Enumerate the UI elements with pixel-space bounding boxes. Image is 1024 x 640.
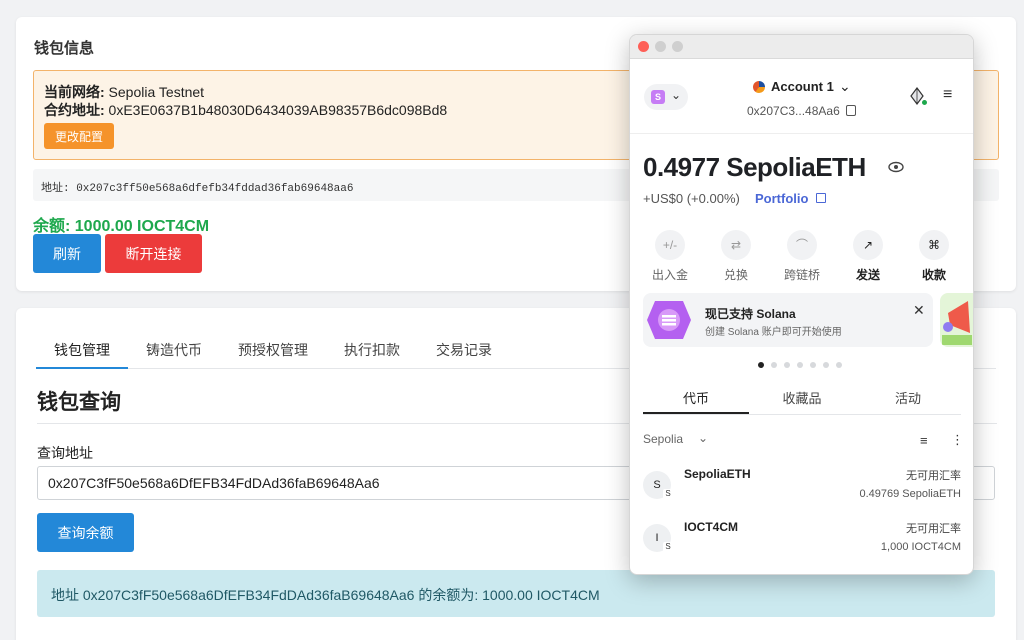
bridge-icon: ⌒ [787,230,817,260]
carousel-dot[interactable] [810,362,816,368]
disconnect-button[interactable]: 断开连接 [105,234,202,273]
banner-subtitle: 创建 Solana 账户即可开始使用 [705,327,842,338]
banner-title: 现已支持 Solana [705,307,796,321]
asset-tabs: 代币 收藏品 活动 [643,383,961,415]
contract-value: 0xE3E0637B1b48030D6434039AB98357B6dc098B… [104,102,448,118]
network-line: 当前网络: Sepolia Testnet [44,82,204,102]
buy-sell-action[interactable]: +/- 出入金 [645,230,695,283]
action-label: 跨链桥 [783,268,820,282]
tab-activity[interactable]: 活动 [855,383,961,414]
wallet-info-title: 钱包信息 [34,40,95,57]
network-filter[interactable]: Sepolia [643,432,683,446]
send-action[interactable]: ↗ 发送 [843,230,893,283]
tab-wallet-management[interactable]: 钱包管理 [36,332,128,369]
change-config-button[interactable]: 更改配置 [44,123,114,149]
receive-action[interactable]: ⌘ 收款 [909,230,959,283]
token-network-badge: S [663,489,673,499]
metamask-popup: S ⌄ Account 1 ⌄ 0x207C3...48Aa6 ≡ 0.4977… [629,34,974,575]
window-close-button[interactable] [638,41,649,52]
usd-value: +US$0 (+0.00%) [643,191,740,206]
connected-status-dot [921,99,928,106]
query-result: 地址 0x207C3fF50e568a6DfEFB34FdDAd36faB696… [37,570,995,617]
refresh-button[interactable]: 刷新 [33,234,101,273]
network-avatar: S [651,90,665,104]
carousel-dot[interactable] [823,362,829,368]
account-address: 0x207C3...48Aa6 [747,104,840,118]
solana-logo-icon [647,301,691,339]
window-minimize-button[interactable] [655,41,666,52]
tab-collectibles[interactable]: 收藏品 [749,383,855,414]
network-value: Sepolia Testnet [104,84,205,100]
token-rate: 无可用汇率 [906,470,961,482]
contract-line: 合约地址: 0xE3E0637B1b48030D6434039AB98357B6… [44,100,447,120]
carousel-dot-active[interactable] [758,362,764,368]
network-label: 当前网络: [44,84,105,100]
token-rate: 无可用汇率 [906,523,961,535]
receive-icon: ⌘ [919,230,949,260]
tab-execute-deduction[interactable]: 执行扣款 [326,332,418,369]
token-row[interactable]: I S IOCT4CM 无可用汇率 1,000 IOCT4CM [643,518,961,566]
token-row[interactable]: S S SepoliaETH 无可用汇率 0.49769 SepoliaETH [643,465,961,513]
tab-transaction-history[interactable]: 交易记录 [418,332,510,369]
account-name[interactable]: Account 1 [771,79,834,94]
carousel-dot[interactable] [771,362,777,368]
action-label: 兑换 [723,268,748,282]
action-label: 出入金 [651,268,688,282]
carousel-dot[interactable] [784,362,790,368]
more-options-icon[interactable]: ⋮ [951,432,964,448]
action-label: 收款 [921,268,946,282]
tab-pre-authorization[interactable]: 预授权管理 [220,332,326,369]
eye-icon[interactable] [888,161,904,173]
token-name: IOCT4CM [684,520,738,534]
bridge-action[interactable]: ⌒ 跨链桥 [777,230,827,283]
tab-tokens[interactable]: 代币 [643,383,749,414]
wallet-balance: 余额: 1000.00 IOCT4CM [33,218,210,235]
portfolio-link[interactable]: Portfolio [755,191,808,206]
solana-banner[interactable]: 现已支持 Solana 创建 Solana 账户即可开始使用 ✕ [643,293,933,347]
eth-balance: 0.4977 SepoliaETH [643,152,866,182]
carousel-dot[interactable] [836,362,842,368]
query-balance-button[interactable]: 查询余额 [37,513,134,552]
contract-label: 合约地址: [44,102,105,118]
window-titlebar [630,35,973,59]
chevron-down-icon[interactable]: ⌄ [839,78,851,95]
header-divider [630,133,973,134]
token-network-badge: S [663,542,673,552]
token-name: SepoliaETH [684,467,751,481]
window-maximize-button[interactable] [672,41,683,52]
external-link-icon[interactable] [816,193,826,203]
megaphone-icon [942,301,972,345]
network-picker[interactable]: S ⌄ [644,84,688,110]
action-label: 发送 [855,268,880,282]
token-amount: 0.49769 SepoliaETH [859,488,961,500]
buy-sell-icon: +/- [655,230,685,260]
menu-icon[interactable]: ≡ [943,86,952,104]
next-banner-preview[interactable] [940,293,973,347]
section-title: 钱包查询 [37,391,121,414]
copy-icon[interactable] [846,105,856,116]
token-amount: 1,000 IOCT4CM [880,541,961,553]
swap-action[interactable]: ⇄ 兑换 [711,230,761,283]
tab-mint-token[interactable]: 铸造代币 [128,332,220,369]
carousel-dot[interactable] [797,362,803,368]
send-icon: ↗ [853,230,883,260]
chevron-down-icon[interactable]: ⌄ [698,431,708,445]
sort-icon[interactable]: ≡ [920,433,928,448]
swap-icon: ⇄ [721,230,751,260]
query-address-label: 查询地址 [37,445,93,461]
chevron-down-icon: ⌄ [671,88,682,102]
close-icon[interactable]: ✕ [913,302,925,319]
account-avatar [753,81,765,93]
